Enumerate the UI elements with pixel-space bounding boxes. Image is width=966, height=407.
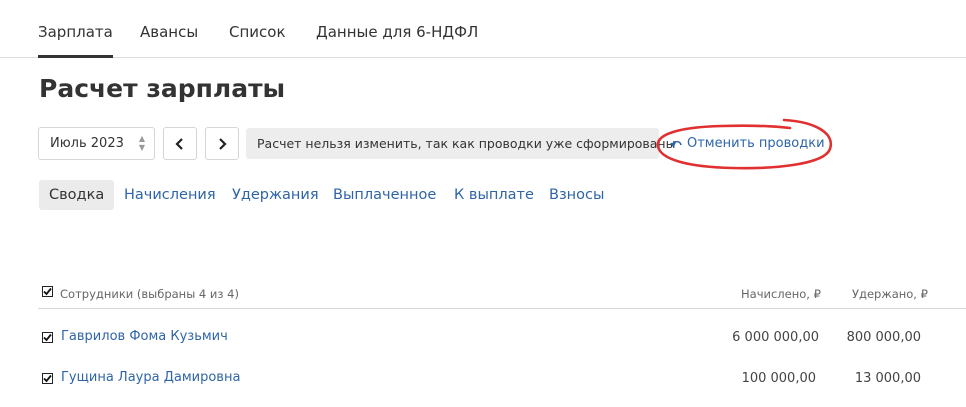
period-value: Июль 2023	[50, 136, 124, 151]
subtab-accruals[interactable]: Начисления	[124, 180, 216, 210]
checkmark-icon	[43, 287, 52, 296]
period-select[interactable]: Июль 2023 ▲ ▼	[38, 127, 155, 160]
subtab-summary[interactable]: Сводка	[39, 180, 115, 210]
withheld-header: Удержано, ₽	[852, 287, 928, 301]
tab-advances[interactable]: Авансы	[140, 23, 198, 41]
subtab-paid[interactable]: Выплаченное	[333, 180, 436, 210]
subtab-contributions[interactable]: Взносы	[549, 180, 604, 210]
tab-list[interactable]: Список	[229, 23, 286, 41]
top-navigation: Зарплата Авансы Список Данные для 6-НДФЛ	[0, 0, 966, 58]
employee-name-link[interactable]: Гущина Лаура Дамировна	[61, 370, 240, 385]
undo-icon	[670, 140, 682, 147]
accrued-value: 6 000 000,00	[732, 330, 819, 345]
chevron-left-icon	[175, 137, 183, 150]
subtab-deductions[interactable]: Удержания	[232, 180, 319, 210]
locked-notice: Расчет нельзя изменить, так как проводки…	[246, 128, 675, 159]
prev-period-button[interactable]	[163, 127, 197, 160]
accrued-header: Начислено, ₽	[741, 287, 821, 301]
tab-6ndfl-data[interactable]: Данные для 6-НДФЛ	[316, 23, 478, 41]
withheld-value: 800 000,00	[846, 330, 921, 345]
locked-notice-text: Расчет нельзя изменить, так как проводки…	[257, 136, 676, 151]
select-all-checkbox[interactable]	[42, 286, 53, 297]
accrued-value: 100 000,00	[741, 371, 816, 386]
cancel-postings-link[interactable]: Отменить проводки	[670, 136, 825, 151]
checkmark-icon	[43, 374, 52, 383]
table-header-divider	[38, 308, 966, 309]
row-checkbox[interactable]	[42, 332, 53, 343]
withheld-value: 13 000,00	[854, 371, 921, 386]
page-title: Расчет зарплаты	[39, 74, 286, 103]
chevron-right-icon	[219, 137, 227, 150]
checkmark-icon	[43, 333, 52, 342]
next-period-button[interactable]	[205, 127, 239, 160]
row-checkbox[interactable]	[42, 373, 53, 384]
subtab-to-pay[interactable]: К выплате	[454, 180, 534, 210]
cancel-postings-label: Отменить проводки	[687, 136, 825, 151]
employee-name-link[interactable]: Гаврилов Фома Кузьмич	[61, 329, 228, 344]
employees-header: Сотрудники (выбраны 4 из 4)	[60, 287, 239, 301]
up-down-arrows-icon: ▲ ▼	[138, 134, 145, 152]
tab-salary[interactable]: Зарплата	[38, 23, 113, 58]
